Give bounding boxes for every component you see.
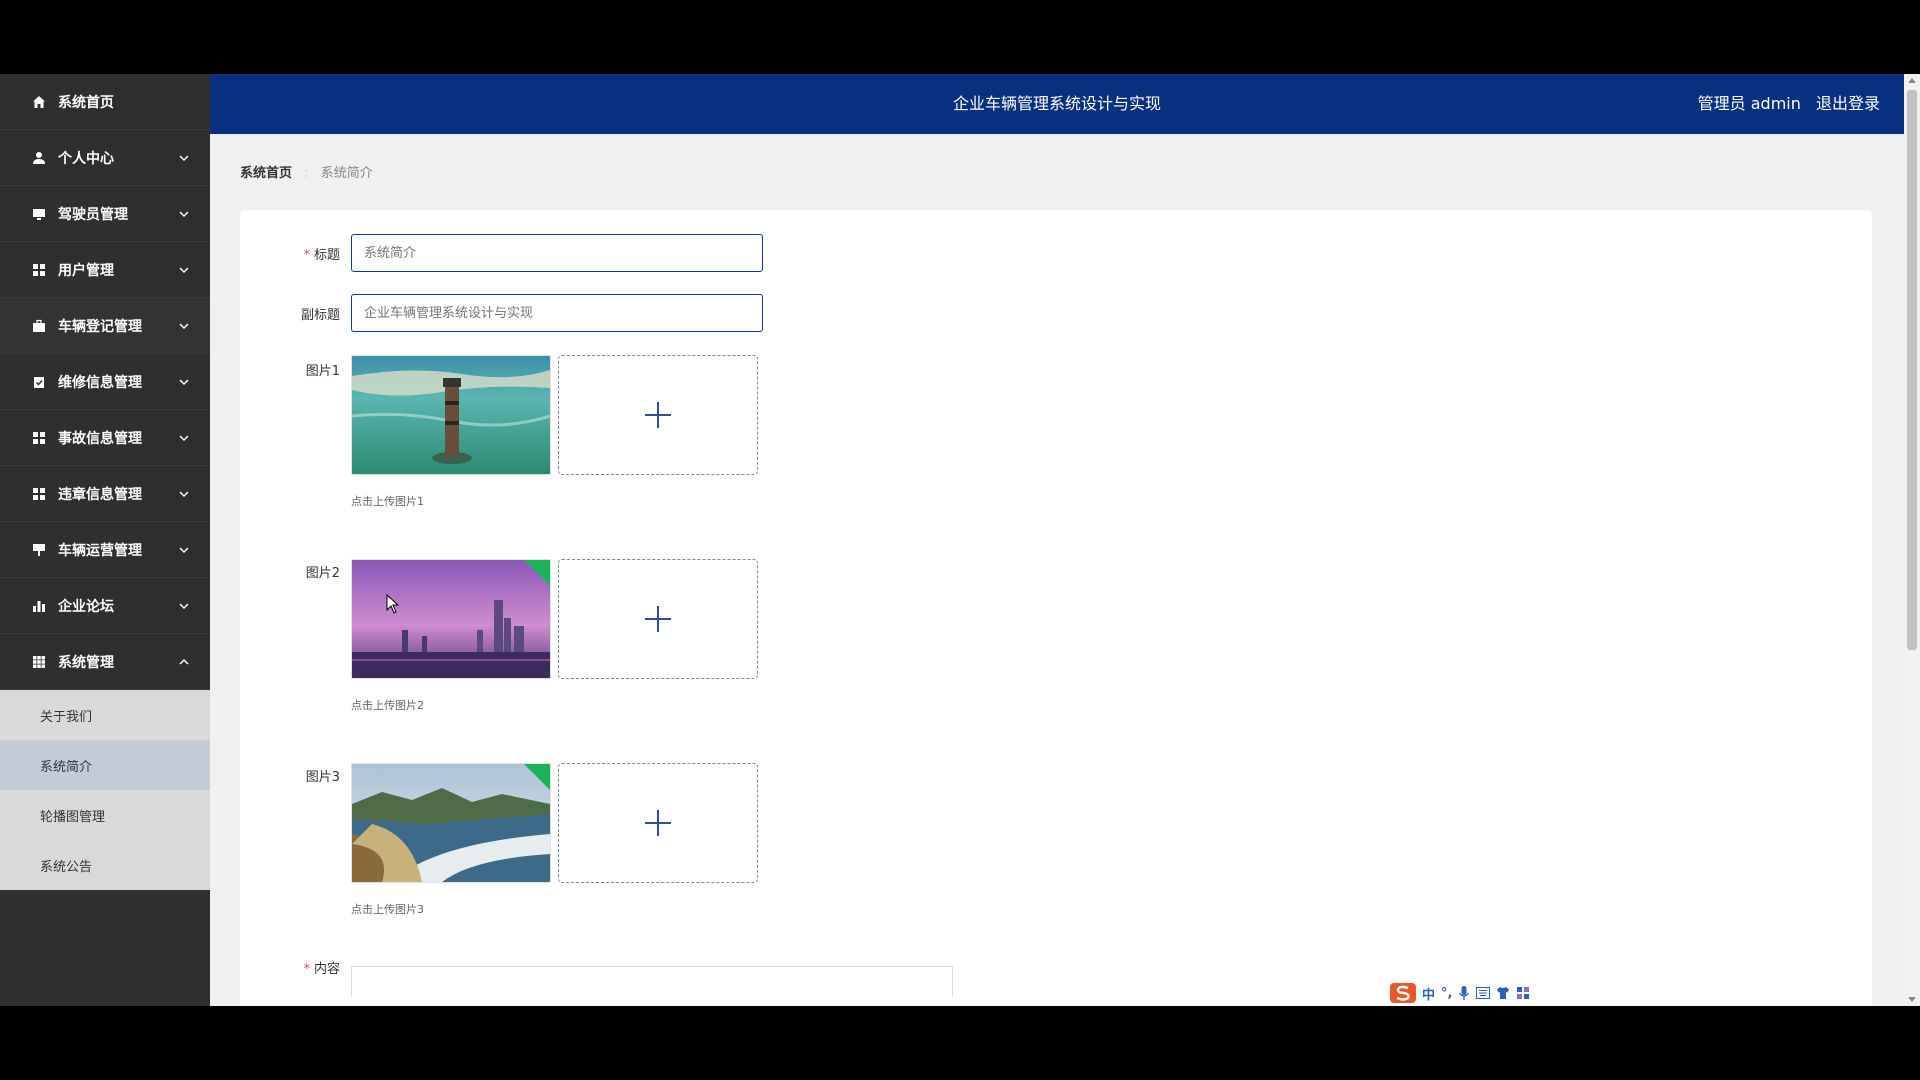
- ime-toolbar: 中 °,: [1386, 980, 1535, 1006]
- grid-icon: [32, 487, 46, 501]
- grid-icon: [32, 431, 46, 445]
- subtitle-label: 副标题: [300, 308, 340, 323]
- user-area: 管理员 admin 退出登录: [1688, 74, 1880, 134]
- breadcrumb-separator: :: [304, 166, 309, 181]
- sidebar-item-label: 企业论坛: [58, 598, 114, 615]
- monitor-icon: [32, 207, 46, 221]
- form-card: *标题 副标题 图片1: [240, 210, 1872, 1006]
- title-label: * 标题: [303, 248, 340, 263]
- sidebar: 系统首页 个人中心 驾驶员管理 用户管理 车辆登记管理 维修信息管理 事故信息管…: [0, 74, 210, 1006]
- ime-mode-label[interactable]: 中: [1422, 984, 1435, 1003]
- image1-label: 图片1: [305, 364, 340, 379]
- sign-icon: [32, 543, 46, 557]
- sidebar-item-label: 个人中心: [58, 150, 114, 167]
- chevron-down-icon: [179, 546, 189, 553]
- breadcrumb-current: 系统简介: [320, 166, 373, 181]
- admin-label[interactable]: 管理员 admin: [1698, 94, 1801, 113]
- grid-icon: [32, 263, 46, 277]
- submenu-item-carousel[interactable]: 轮播图管理: [0, 790, 210, 840]
- user-icon: [32, 151, 46, 165]
- plus-icon: [645, 402, 671, 428]
- chevron-down-icon: [179, 322, 189, 329]
- image2-thumbnail[interactable]: [351, 559, 551, 679]
- image2-label: 图片2: [305, 566, 340, 581]
- sidebar-item-forum[interactable]: 企业论坛: [0, 578, 210, 634]
- system-submenu: 关于我们 系统简介 轮播图管理 系统公告: [0, 690, 210, 890]
- scrollbar-thumb[interactable]: [1907, 90, 1917, 650]
- sidebar-item-label: 车辆运营管理: [58, 542, 142, 559]
- sidebar-item-accidents[interactable]: 事故信息管理: [0, 410, 210, 466]
- clipboard-icon: [32, 375, 46, 389]
- image2-upload-box[interactable]: [558, 559, 758, 679]
- sidebar-item-label: 事故信息管理: [58, 430, 142, 447]
- submenu-item-about[interactable]: 关于我们: [0, 690, 210, 740]
- sidebar-item-violations[interactable]: 违章信息管理: [0, 466, 210, 522]
- sidebar-item-drivers[interactable]: 驾驶员管理: [0, 186, 210, 242]
- image1-hint: 点击上传图片1: [351, 495, 424, 508]
- plus-icon: [645, 810, 671, 836]
- breadcrumb: 系统首页 : 系统简介: [240, 162, 373, 181]
- sidebar-item-users[interactable]: 用户管理: [0, 242, 210, 298]
- keyboard-icon[interactable]: [1476, 987, 1491, 999]
- sidebar-item-label: 系统首页: [58, 94, 114, 111]
- chevron-down-icon: [179, 434, 189, 441]
- content-editor[interactable]: [351, 966, 953, 997]
- sidebar-item-label: 车辆登记管理: [58, 318, 142, 335]
- sidebar-item-system[interactable]: 系统管理: [0, 634, 210, 690]
- ime-punct-label[interactable]: °,: [1441, 986, 1452, 1001]
- chevron-up-icon: [179, 658, 189, 665]
- required-mark: *: [303, 248, 310, 263]
- chevron-down-icon: [179, 490, 189, 497]
- sidebar-item-profile[interactable]: 个人中心: [0, 130, 210, 186]
- sidebar-item-label: 用户管理: [58, 262, 114, 279]
- briefcase-icon: [32, 319, 46, 333]
- table-icon: [32, 655, 46, 669]
- sidebar-item-vehicle-registration[interactable]: 车辆登记管理: [0, 298, 210, 354]
- subtitle-input[interactable]: [351, 294, 763, 332]
- lighthouse-image: [352, 356, 550, 474]
- chevron-down-icon: [179, 602, 189, 609]
- content-label: * 内容: [303, 962, 340, 977]
- app-title: 企业车辆管理系统设计与实现: [952, 94, 1161, 113]
- sidebar-item-home[interactable]: 系统首页: [0, 74, 210, 130]
- top-header: 企业车辆管理系统设计与实现 管理员 admin 退出登录: [210, 74, 1904, 134]
- breadcrumb-home[interactable]: 系统首页: [240, 166, 292, 181]
- image2-hint: 点击上传图片2: [351, 699, 424, 712]
- home-icon: [32, 95, 46, 109]
- city-skyline-image: [352, 560, 550, 678]
- submenu-item-intro[interactable]: 系统简介: [0, 740, 210, 790]
- image1-thumbnail[interactable]: [351, 355, 551, 475]
- scroll-up-arrow[interactable]: [1908, 78, 1916, 83]
- microphone-icon[interactable]: [1458, 986, 1470, 1000]
- sidebar-item-label: 驾驶员管理: [58, 206, 128, 223]
- toolbox-grid-icon[interactable]: [1516, 986, 1530, 1000]
- chevron-down-icon: [179, 266, 189, 273]
- image3-thumbnail[interactable]: [351, 763, 551, 883]
- vertical-scrollbar[interactable]: [1904, 74, 1920, 1006]
- image3-upload-box[interactable]: [558, 763, 758, 883]
- chevron-down-icon: [179, 378, 189, 385]
- sidebar-item-label: 维修信息管理: [58, 374, 142, 391]
- mouse-cursor-icon: [386, 594, 400, 614]
- sidebar-item-label: 系统管理: [58, 654, 114, 671]
- sidebar-item-label: 违章信息管理: [58, 486, 142, 503]
- sidebar-item-operations[interactable]: 车辆运营管理: [0, 522, 210, 578]
- logout-link[interactable]: 退出登录: [1816, 94, 1880, 113]
- sogou-logo-icon[interactable]: [1390, 982, 1416, 1004]
- image3-label: 图片3: [305, 770, 340, 785]
- image3-hint: 点击上传图片3: [351, 903, 424, 916]
- app-window: 系统首页 个人中心 驾驶员管理 用户管理 车辆登记管理 维修信息管理 事故信息管…: [0, 74, 1920, 1006]
- bar-chart-icon: [32, 599, 46, 613]
- required-mark: *: [303, 962, 310, 977]
- scroll-down-arrow[interactable]: [1908, 997, 1916, 1002]
- sidebar-item-maintenance[interactable]: 维修信息管理: [0, 354, 210, 410]
- chevron-down-icon: [179, 154, 189, 161]
- plus-icon: [645, 606, 671, 632]
- submenu-item-notice[interactable]: 系统公告: [0, 840, 210, 890]
- skin-shirt-icon[interactable]: [1496, 986, 1510, 1000]
- coastline-image: [352, 764, 550, 882]
- title-input[interactable]: [351, 234, 763, 272]
- chevron-down-icon: [179, 210, 189, 217]
- image1-upload-box[interactable]: [558, 355, 758, 475]
